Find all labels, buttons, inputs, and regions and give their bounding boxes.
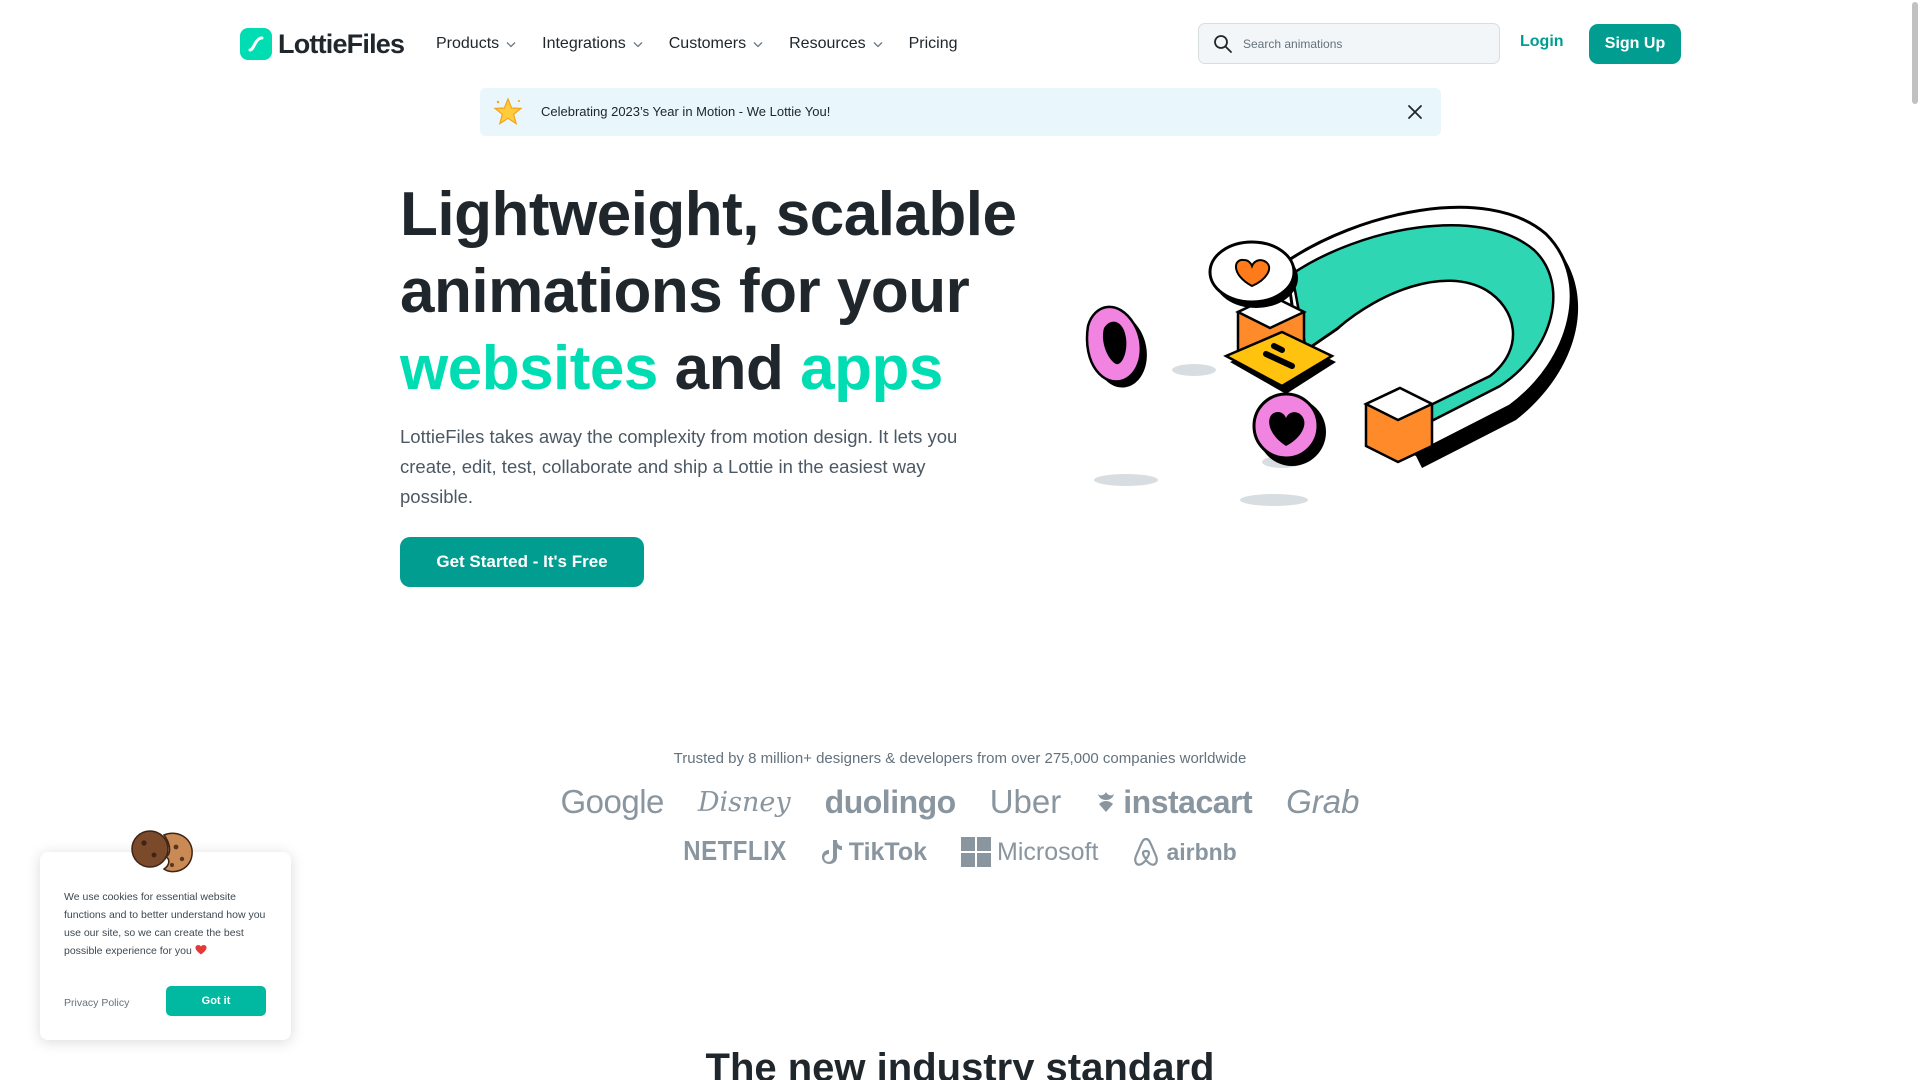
section-heading: The new industry standard	[705, 1046, 1215, 1080]
lottiefiles-logo[interactable]: LottieFiles	[240, 27, 405, 61]
tiktok-logo: TikTok	[821, 838, 927, 867]
login-link[interactable]: Login	[1520, 33, 1564, 51]
microsoft-label: Microsoft	[997, 837, 1099, 866]
get-started-button[interactable]: Get Started - It's Free	[400, 537, 644, 587]
airbnb-icon	[1134, 837, 1159, 866]
hero-description: LottieFiles takes away the complexity fr…	[400, 426, 958, 507]
hero-title-line1: Lightweight, scalable	[400, 180, 1017, 249]
chevron-down-icon	[506, 41, 516, 47]
airbnb-label: airbnb	[1166, 838, 1237, 865]
tiktok-icon	[821, 840, 842, 865]
nav-label: Resources	[789, 35, 866, 52]
nav-label: Products	[436, 35, 500, 52]
grab-logo: Grab	[1286, 783, 1360, 820]
nav-pricing[interactable]: Pricing	[909, 35, 958, 53]
chevron-down-icon	[633, 41, 643, 47]
search-icon	[1214, 34, 1232, 53]
airbnb-logo: airbnb	[1132, 837, 1237, 867]
cookie-banner: We use cookies for essential website fun…	[40, 852, 291, 1040]
nav-integrations[interactable]: Integrations	[542, 35, 643, 53]
scrollbar-thumb[interactable]	[1912, 2, 1918, 104]
instacart-label: instacart	[1123, 783, 1253, 820]
page-scrollbar[interactable]	[1910, 0, 1920, 1080]
disney-logo: Disney	[697, 786, 791, 818]
cookie-icon	[131, 830, 193, 873]
trusted-by-text: Trusted by 8 million+ designers & develo…	[673, 750, 1247, 767]
heart-icon	[195, 944, 207, 955]
uber-logo: Uber	[989, 783, 1062, 820]
site-header: LottieFiles Products Integrations Custom…	[0, 0, 1920, 88]
star-icon	[493, 97, 523, 125]
nav-label: Customers	[668, 35, 747, 52]
logo-text: LottieFiles	[278, 28, 405, 59]
announcement-banner: Celebrating 2023’s Year in Motion - We L…	[480, 88, 1441, 136]
nav-label: Integrations	[542, 35, 626, 52]
close-icon[interactable]	[1405, 102, 1425, 122]
main-nav: Products Integrations Customers Resource…	[436, 30, 984, 58]
hero-title-line2: animations for your	[400, 257, 970, 326]
lottiefiles-logo-icon	[240, 28, 272, 60]
hero-word-websites: websites	[400, 334, 658, 403]
nav-products[interactable]: Products	[436, 35, 516, 53]
privacy-policy-link[interactable]: Privacy Policy	[64, 997, 129, 1009]
instacart-logo: instacart	[1095, 783, 1253, 821]
hero-title: Lightweight, scalable animations for you…	[400, 176, 1100, 407]
hero-word-apps: apps	[800, 334, 943, 403]
banner-text: Celebrating 2023’s Year in Motion - We L…	[541, 104, 831, 119]
microsoft-icon	[961, 837, 992, 867]
cookie-text: We use cookies for essential website fun…	[64, 888, 274, 960]
google-logo: Google	[560, 783, 664, 820]
hero-word-and: and	[674, 334, 784, 403]
hero-illustration	[1085, 205, 1579, 506]
nav-customers[interactable]: Customers	[669, 35, 763, 53]
search-input[interactable]	[1243, 36, 1483, 51]
chevron-down-icon	[873, 41, 883, 47]
signup-button[interactable]: Sign Up	[1589, 24, 1681, 64]
duolingo-logo: duolingo	[824, 783, 957, 820]
cookie-message: We use cookies for essential website fun…	[64, 891, 266, 957]
tiktok-label: TikTok	[848, 837, 928, 866]
carrot-icon	[1098, 792, 1115, 812]
nav-resources[interactable]: Resources	[789, 35, 883, 53]
nav-label: Pricing	[908, 35, 958, 52]
search-box[interactable]	[1198, 23, 1500, 64]
netflix-logo: NETFLIX	[683, 835, 787, 867]
cookie-accept-button[interactable]: Got it	[166, 986, 266, 1016]
customer-logos-row-1: Google Disney duolingo Uber instacart Gr…	[0, 783, 1920, 821]
chevron-down-icon	[753, 41, 763, 47]
microsoft-logo: Microsoft	[961, 837, 1098, 867]
